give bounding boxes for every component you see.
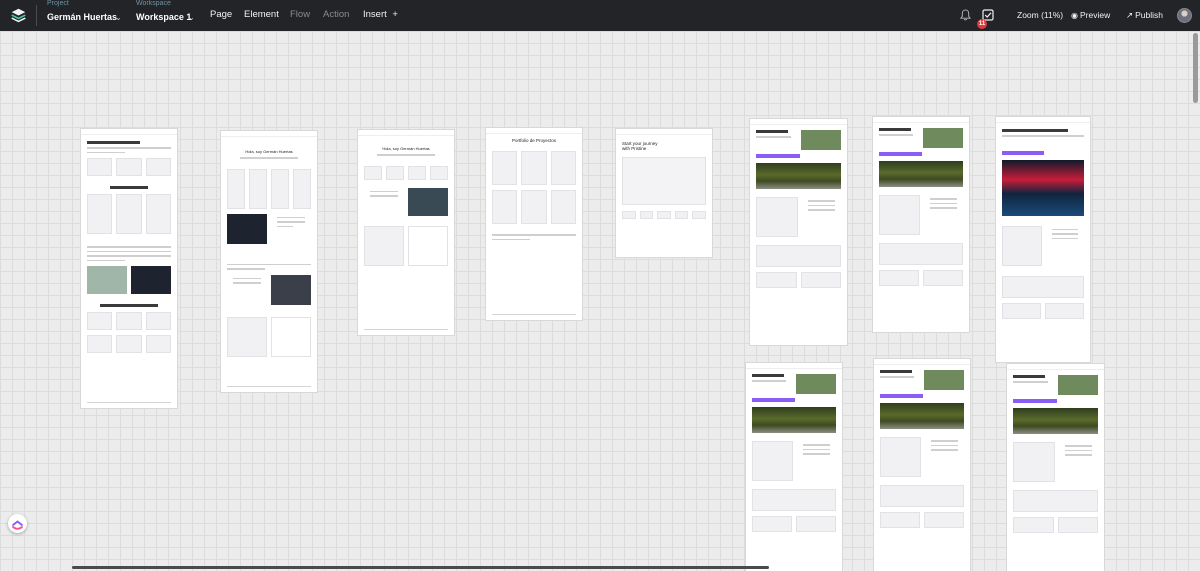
avatar[interactable] bbox=[1177, 8, 1192, 23]
menu-flow[interactable]: Flow bbox=[290, 9, 310, 20]
project-selector[interactable]: Project Germán Huertas ⌄ bbox=[47, 0, 125, 31]
artboard-3[interactable]: Hola, soy Germán Huertas bbox=[357, 129, 455, 336]
artboard-6[interactable] bbox=[749, 118, 848, 346]
workspace-name: Workspace 1 bbox=[136, 12, 192, 22]
chevron-down-icon: ⌄ bbox=[188, 13, 195, 22]
insert-label: Insert bbox=[363, 9, 387, 20]
artboard-10[interactable] bbox=[873, 358, 971, 571]
horizontal-scrollbar[interactable] bbox=[72, 566, 769, 569]
preview-label: Preview bbox=[1079, 10, 1111, 20]
workspace-caption: Workspace bbox=[136, 0, 171, 7]
artboard-4[interactable]: Portfolio de Proyectos bbox=[485, 127, 583, 321]
board-heading: Start your journey with Pristine bbox=[622, 141, 658, 151]
divider bbox=[36, 5, 37, 26]
preview-button[interactable]: ◉ Preview bbox=[1071, 10, 1110, 20]
chevron-down-icon: ⌄ bbox=[115, 13, 122, 22]
artboard-2[interactable]: Hola, soy Germán Huertas bbox=[220, 130, 318, 393]
layers-logo-icon[interactable] bbox=[10, 7, 27, 24]
menu-page[interactable]: Page bbox=[210, 9, 232, 20]
menu-element[interactable]: Element bbox=[244, 9, 279, 20]
top-toolbar: Project Germán Huertas ⌄ Workspace Works… bbox=[0, 0, 1200, 31]
design-canvas[interactable]: Hola, soy Germán Huertas Hola, soy Germá… bbox=[0, 31, 1200, 571]
publish-button[interactable]: ↗ Publish bbox=[1126, 10, 1163, 21]
vertical-scrollbar[interactable] bbox=[1193, 33, 1198, 103]
zoom-control[interactable]: Zoom (11%) bbox=[1017, 10, 1063, 20]
artboard-8[interactable] bbox=[995, 116, 1091, 363]
arrow-up-right-icon: ↗ bbox=[1126, 10, 1134, 20]
clickup-icon[interactable] bbox=[8, 514, 27, 533]
board-heading: Hola, soy Germán Huertas bbox=[382, 146, 430, 151]
project-name: Germán Huertas bbox=[47, 12, 118, 22]
artboard-1[interactable] bbox=[80, 128, 178, 409]
board-heading: Hola, soy Germán Huertas bbox=[245, 149, 293, 154]
bell-icon[interactable] bbox=[960, 9, 971, 21]
artboard-11[interactable] bbox=[1006, 363, 1105, 571]
artboard-5[interactable]: Start your journey with Pristine bbox=[615, 128, 713, 258]
workspace-selector[interactable]: Workspace Workspace 1 ⌄ bbox=[136, 0, 198, 31]
notification-badge: 11 bbox=[977, 19, 987, 29]
artboard-9[interactable] bbox=[745, 362, 843, 571]
eye-icon: ◉ bbox=[1071, 11, 1078, 20]
project-caption: Project bbox=[47, 0, 69, 7]
plus-icon: + bbox=[392, 9, 398, 20]
menu-insert[interactable]: Insert + bbox=[363, 9, 398, 20]
artboard-7[interactable] bbox=[872, 116, 970, 333]
publish-label: Publish bbox=[1135, 10, 1164, 20]
menu-action[interactable]: Action bbox=[323, 9, 349, 20]
board-heading: Portfolio de Proyectos bbox=[511, 138, 557, 143]
